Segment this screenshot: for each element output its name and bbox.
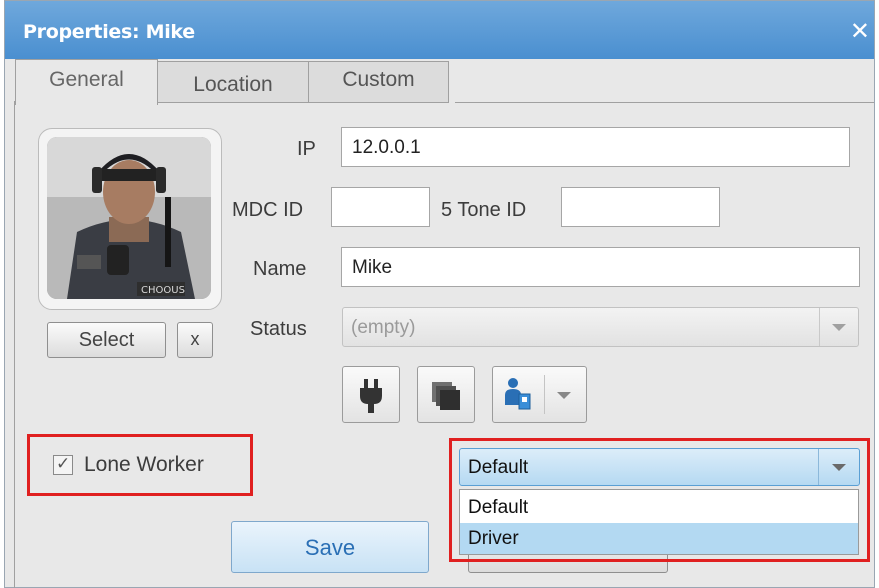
copy-icon (432, 382, 460, 410)
role-dropdown-list: Default Driver (459, 489, 859, 555)
check-icon: ✓ (56, 454, 71, 474)
tab-bar: General Location Custom (15, 59, 874, 105)
five-tone-id-label: 5 Tone ID (441, 199, 527, 221)
avatar-frame: CHOOUS (38, 128, 222, 310)
select-button-label: Select (78, 329, 135, 351)
clear-photo-button[interactable]: x (177, 322, 213, 358)
role-dropdown-value: Default (468, 457, 529, 478)
title-bar: Properties: Mike ✕ (5, 1, 874, 59)
status-dropdown[interactable]: (empty) (342, 307, 859, 347)
chevron-down-icon[interactable] (557, 392, 571, 399)
name-label: Name (253, 258, 307, 280)
panel-border (14, 101, 15, 588)
option-label: Default (468, 497, 529, 518)
role-option-default[interactable]: Default (460, 492, 858, 523)
status-value: (empty) (351, 317, 416, 338)
clear-button-label: x (190, 329, 200, 349)
tab-location[interactable]: Location (157, 61, 309, 103)
split-divider (544, 375, 545, 414)
lone-worker-checkbox[interactable]: ✓ (53, 454, 73, 475)
option-label: Driver (468, 528, 519, 549)
mdc-id-label: MDC ID (232, 199, 304, 221)
vest-badge-text: CHOOUS (141, 285, 185, 296)
chevron-down-icon (832, 464, 846, 471)
tab-general[interactable]: General (15, 59, 158, 105)
save-button[interactable]: Save (231, 521, 429, 573)
select-photo-button[interactable]: Select (47, 322, 166, 358)
dialog-title: Properties: Mike (23, 21, 195, 43)
status-dropdown-arrow[interactable] (819, 308, 858, 346)
lone-worker-label: Lone Worker (84, 453, 204, 476)
ip-field[interactable]: 12.0.0.1 (341, 127, 850, 167)
tab-divider (455, 102, 874, 103)
avatar: CHOOUS (47, 137, 211, 299)
ip-label: IP (297, 138, 316, 160)
five-tone-id-field[interactable] (561, 187, 720, 227)
plug-button[interactable] (342, 366, 400, 423)
person-radio-icon (505, 378, 531, 410)
officer-photo: CHOOUS (47, 137, 211, 299)
mdc-id-field[interactable] (331, 187, 430, 227)
role-option-driver[interactable]: Driver (460, 523, 858, 554)
name-field[interactable]: Mike (341, 247, 860, 287)
tab-custom[interactable]: Custom (308, 61, 449, 103)
chevron-down-icon (832, 324, 846, 331)
tab-label: Custom (342, 68, 415, 91)
save-button-label: Save (304, 535, 356, 560)
tab-label: General (49, 68, 124, 91)
plug-icon (360, 379, 382, 413)
tab-label: Location (193, 73, 273, 96)
person-radio-dropdown-button[interactable] (492, 366, 587, 423)
copy-button[interactable] (417, 366, 475, 423)
role-dropdown[interactable]: Default (459, 448, 860, 486)
role-dropdown-arrow[interactable] (818, 449, 859, 485)
status-label: Status (250, 318, 307, 340)
close-icon[interactable]: ✕ (850, 19, 870, 43)
